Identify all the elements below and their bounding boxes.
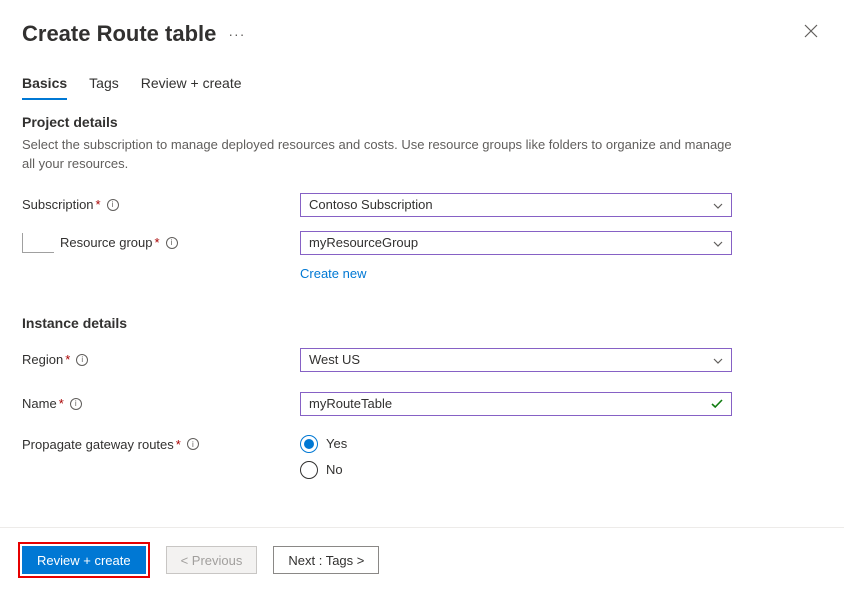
- project-details-description: Select the subscription to manage deploy…: [22, 136, 742, 174]
- required-marker: *: [96, 197, 101, 212]
- previous-button: < Previous: [166, 546, 258, 574]
- tab-review-create[interactable]: Review + create: [141, 73, 242, 100]
- radio-yes-label: Yes: [326, 436, 347, 451]
- name-value: myRouteTable: [309, 396, 392, 411]
- name-label: Name: [22, 396, 57, 411]
- resource-group-value: myResourceGroup: [309, 235, 418, 250]
- radio-icon: [300, 461, 318, 479]
- more-actions-icon[interactable]: ···: [228, 26, 245, 42]
- next-button[interactable]: Next : Tags >: [273, 546, 379, 574]
- chevron-down-icon: [713, 197, 723, 212]
- region-select[interactable]: West US: [300, 348, 732, 372]
- resource-group-label: Resource group: [60, 235, 153, 250]
- propagate-yes-radio[interactable]: Yes: [300, 435, 347, 453]
- review-create-button[interactable]: Review + create: [22, 546, 146, 574]
- create-new-link[interactable]: Create new: [300, 266, 366, 281]
- page-title: Create Route table: [22, 21, 216, 47]
- info-icon[interactable]: i: [70, 398, 82, 410]
- close-icon[interactable]: [800, 20, 822, 47]
- propagate-label: Propagate gateway routes: [22, 437, 174, 452]
- propagate-no-radio[interactable]: No: [300, 461, 347, 479]
- chevron-down-icon: [713, 235, 723, 250]
- subscription-value: Contoso Subscription: [309, 197, 433, 212]
- chevron-down-icon: [713, 352, 723, 367]
- info-icon[interactable]: i: [187, 438, 199, 450]
- wizard-footer: Review + create < Previous Next : Tags >: [0, 527, 844, 578]
- radio-no-label: No: [326, 462, 343, 477]
- tree-indent-line: [22, 233, 54, 253]
- region-value: West US: [309, 352, 360, 367]
- instance-details-heading: Instance details: [22, 315, 822, 331]
- region-label: Region: [22, 352, 63, 367]
- project-details-heading: Project details: [22, 114, 822, 130]
- highlight-annotation: Review + create: [18, 542, 150, 578]
- info-icon[interactable]: i: [76, 354, 88, 366]
- required-marker: *: [59, 396, 64, 411]
- tab-basics[interactable]: Basics: [22, 73, 67, 100]
- info-icon[interactable]: i: [166, 237, 178, 249]
- required-marker: *: [65, 352, 70, 367]
- radio-icon: [300, 435, 318, 453]
- subscription-select[interactable]: Contoso Subscription: [300, 193, 732, 217]
- info-icon[interactable]: i: [107, 199, 119, 211]
- resource-group-select[interactable]: myResourceGroup: [300, 231, 732, 255]
- name-input[interactable]: myRouteTable: [300, 392, 732, 416]
- tab-bar: Basics Tags Review + create: [22, 73, 822, 100]
- required-marker: *: [155, 235, 160, 250]
- subscription-label: Subscription: [22, 197, 94, 212]
- required-marker: *: [176, 437, 181, 452]
- tab-tags[interactable]: Tags: [89, 73, 119, 100]
- valid-check-icon: [711, 396, 723, 412]
